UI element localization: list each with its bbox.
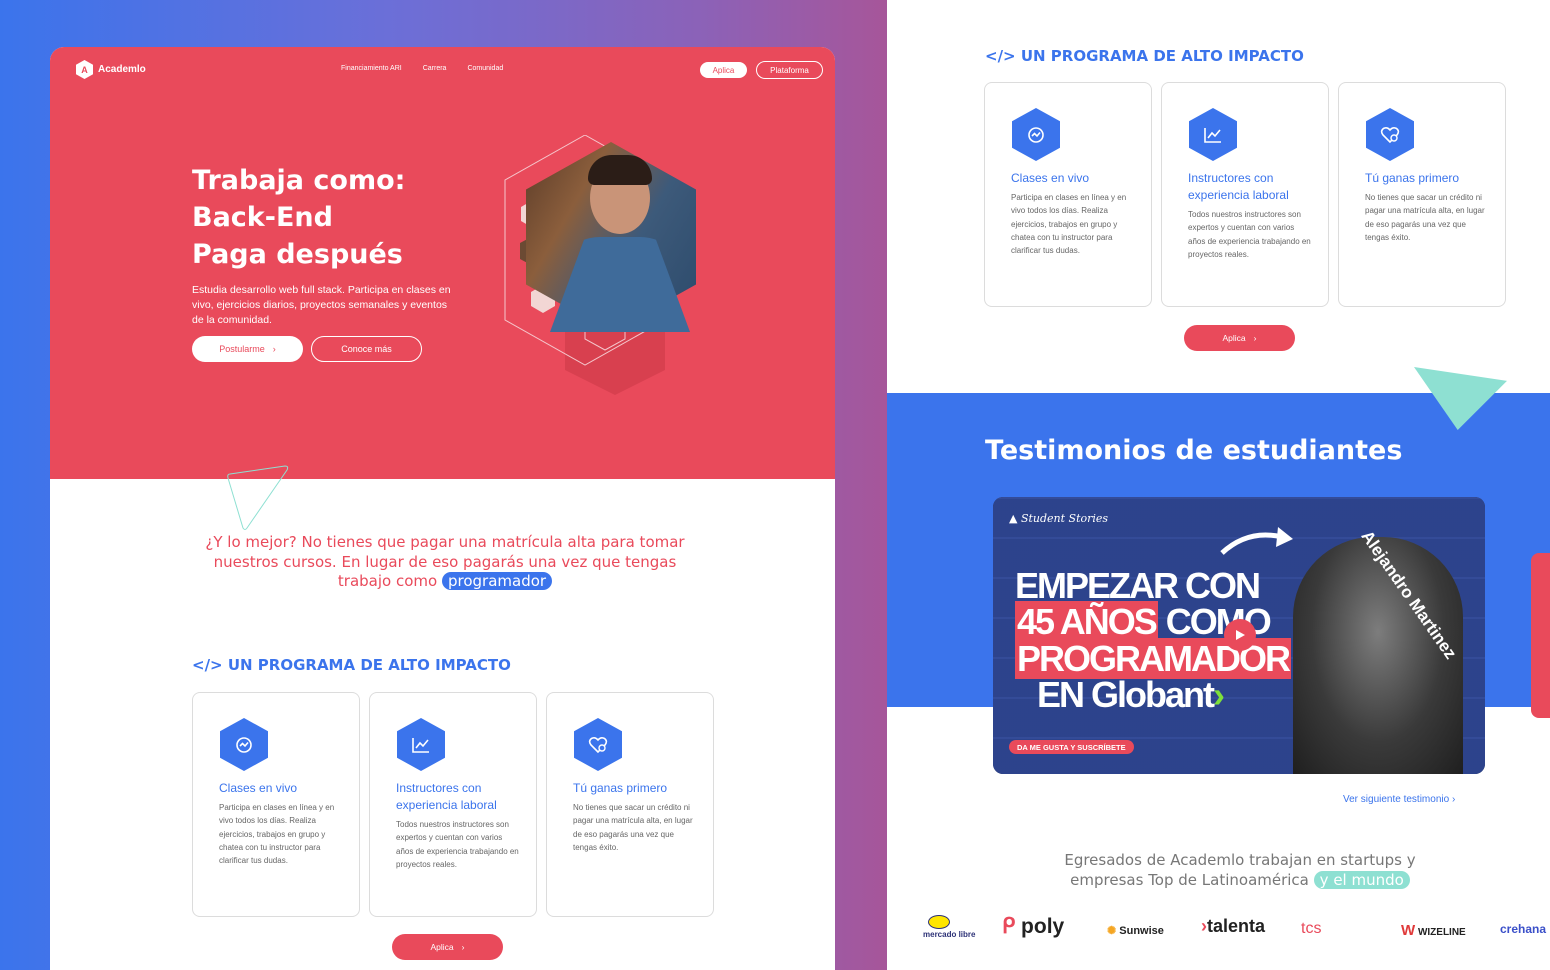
- academlo-logo-icon: ▲: [1009, 512, 1021, 525]
- sunwise-logo: ✺ Sunwise: [1107, 925, 1164, 937]
- card-title: Tú ganas primero: [573, 781, 668, 795]
- video-headline-line4: EN Globant›: [1037, 674, 1225, 715]
- card-title: Clases en vivo: [219, 781, 298, 795]
- program-apply-button[interactable]: Aplica ›: [1184, 325, 1295, 351]
- card-text: Participa en clases en línea y en vivo t…: [219, 803, 335, 866]
- card-title: Clases en vivo: [1011, 171, 1090, 185]
- w-mark-icon: W: [1401, 922, 1416, 939]
- chevron-right-icon: ›: [1253, 333, 1257, 343]
- nav-platform-button[interactable]: Plataforma: [756, 61, 823, 79]
- card-title: Instructores con experiencia laboral: [1188, 171, 1289, 202]
- nav-link-financing[interactable]: Financiamiento ARI: [341, 65, 402, 72]
- brand-name: Academlo: [98, 64, 146, 75]
- world-highlight: y el mundo: [1313, 871, 1410, 889]
- landing-page-desktop: A Academlo Financiamiento ARI Carrera Co…: [50, 47, 835, 970]
- video-person: [1293, 537, 1463, 774]
- tcs-logo: tcs: [1301, 920, 1322, 937]
- chart-icon: [1189, 108, 1237, 161]
- landing-page-scrolled: </> UN PROGRAMA DE ALTO IMPACTO Clases e…: [887, 0, 1550, 970]
- card-text: Todos nuestros instructores son expertos…: [1188, 210, 1311, 259]
- card-text: Todos nuestros instructores son expertos…: [396, 820, 519, 869]
- student-photo-hair: [588, 155, 652, 185]
- sun-icon: ✺: [1107, 925, 1117, 937]
- feature-card-instructors: Instructores con experiencia laboral Tod…: [1161, 82, 1329, 307]
- hero-title-line3: Paga después: [192, 239, 403, 270]
- feature-card-you-win-first: Tú ganas primero No tienes que sacar un …: [546, 692, 714, 917]
- hero-title-line1: Trabaja como:: [192, 165, 406, 196]
- brand-logo[interactable]: A Academlo: [76, 60, 146, 79]
- graduates-statement: Egresados de Academlo trabajan en startu…: [1057, 850, 1423, 890]
- card-title: Tú ganas primero: [1365, 171, 1460, 185]
- chevron-right-icon: ›: [1451, 794, 1456, 805]
- hero-subtitle: Estudia desarrollo web full stack. Parti…: [192, 284, 451, 326]
- nav-apply-button[interactable]: Aplica: [700, 62, 747, 78]
- wizeline-logo: W WIZELINE: [1401, 922, 1466, 939]
- value-statement: ¿Y lo mejor? No tienes que pagar una mat…: [200, 533, 690, 592]
- heart-icon: [574, 718, 622, 771]
- feature-card-live-classes: Clases en vivo Participa en clases en lí…: [984, 82, 1152, 307]
- chevron-right-icon: ›: [461, 942, 465, 952]
- chevron-right-icon: ›: [1213, 674, 1225, 715]
- crehana-logo: crehana: [1500, 922, 1547, 936]
- arrow-icon: [1220, 527, 1293, 555]
- hero-title: Trabaja como: Back-End Paga después: [192, 162, 405, 273]
- conoce-mas-button[interactable]: Conoce más: [311, 336, 422, 362]
- triangle-outline-decoration: [227, 465, 289, 530]
- play-icon[interactable]: [1224, 619, 1256, 651]
- feature-card-instructors: Instructores con experiencia laboral Tod…: [369, 692, 537, 917]
- chart-icon: [397, 718, 445, 771]
- live-class-icon: [1012, 108, 1060, 161]
- poly-mark-icon: ᑭ: [1002, 915, 1016, 938]
- apply-label: Aplica: [430, 942, 454, 952]
- testimonials-title: Testimonios de estudiantes: [985, 435, 1403, 466]
- nav-link-community[interactable]: Comunidad: [467, 65, 503, 72]
- feature-card-you-win-first: Tú ganas primero No tienes que sacar un …: [1338, 82, 1506, 307]
- subscribe-badge: DA ME GUSTA Y SUSCRÍBETE: [1009, 740, 1134, 754]
- program-section-title: </> UN PROGRAMA DE ALTO IMPACTO: [985, 47, 1304, 65]
- postularme-label: Postularme: [219, 344, 265, 354]
- next-testimonial-link[interactable]: Ver siguiente testimonio ›: [1343, 794, 1455, 805]
- top-nav: Financiamiento ARI Carrera Comunidad: [341, 65, 503, 72]
- testimonial-video[interactable]: ▲ Student Stories Alejandro Martinez EMP…: [993, 497, 1485, 774]
- hero-title-line2: Back-End: [192, 202, 333, 233]
- poly-logo: ᑭ poly: [1002, 915, 1065, 938]
- chevron-right-icon: ›: [272, 344, 276, 354]
- talenta-logo: ›talenta: [1201, 916, 1266, 936]
- video-brand: ▲ Student Stories: [1009, 512, 1109, 525]
- nav-link-career[interactable]: Carrera: [423, 65, 447, 72]
- card-text: No tienes que sacar un crédito ni pagar …: [573, 803, 693, 852]
- apply-label: Aplica: [1222, 333, 1246, 343]
- card-text: Participa en clases en línea y en vivo t…: [1011, 193, 1127, 256]
- mercadolibre-logo: mercado libre: [923, 915, 975, 939]
- logo-hexagon-icon: A: [76, 60, 93, 79]
- feature-card-live-classes: Clases en vivo Participa en clases en lí…: [192, 692, 360, 917]
- card-text: No tienes que sacar un crédito ni pagar …: [1365, 193, 1485, 242]
- hero-section: A Academlo Financiamiento ARI Carrera Co…: [50, 47, 835, 479]
- heart-icon: [1366, 108, 1414, 161]
- card-title: Instructores con experiencia laboral: [396, 781, 497, 812]
- next-slide-peek: [1531, 553, 1550, 718]
- program-section-title: </> UN PROGRAMA DE ALTO IMPACTO: [192, 656, 511, 674]
- program-apply-button[interactable]: Aplica ›: [392, 934, 503, 960]
- programador-highlight: programador: [441, 572, 553, 590]
- postularme-button[interactable]: Postularme ›: [192, 336, 303, 362]
- live-class-icon: [220, 718, 268, 771]
